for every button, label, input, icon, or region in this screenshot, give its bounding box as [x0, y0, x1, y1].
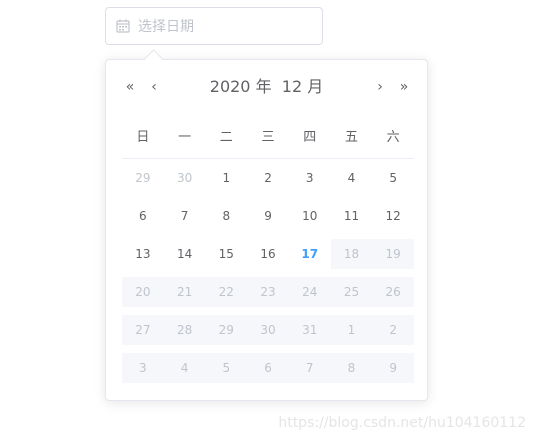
date-cell: 28 — [163, 315, 206, 345]
header-month-suffix: 月 — [307, 77, 324, 96]
date-cell[interactable]: 3 — [289, 163, 331, 193]
header-year-suffix: 年 — [255, 77, 272, 96]
date-cell[interactable]: 10 — [289, 201, 331, 231]
date-cell[interactable]: 2 — [247, 163, 289, 193]
date-cell: 18 — [330, 239, 373, 269]
date-row: 20 21 22 23 24 25 26 — [122, 277, 415, 307]
date-cell: 21 — [163, 277, 206, 307]
watermark: https://blog.csdn.net/hu104160112 — [278, 415, 526, 431]
date-cell: 29 — [205, 315, 248, 345]
weekday-header: 日一二三四五六 — [122, 126, 414, 159]
date-cell[interactable]: 8 — [205, 201, 247, 231]
weekday-label: 二 — [219, 130, 233, 145]
calendar-icon — [116, 19, 130, 33]
date-cell[interactable]: 16 — [247, 239, 289, 269]
date-cell: 2 — [372, 315, 415, 345]
page-root: 选择日期 « ‹ 2020 年 12 月 › » 日一二三四五六 29 30 1 2 3… — [0, 0, 536, 441]
weekday-label: 一 — [178, 130, 192, 145]
date-cell[interactable]: 7 — [164, 201, 206, 231]
date-picker-input[interactable]: 选择日期 — [105, 7, 323, 45]
date-cell[interactable]: 14 — [164, 239, 206, 269]
weekday-label: 三 — [261, 130, 275, 145]
date-row: 3456789 — [122, 353, 415, 383]
date-cell: 3 — [122, 353, 164, 383]
date-cell: 23 — [247, 277, 289, 307]
date-cell[interactable]: 29 — [122, 163, 164, 193]
next-year-button[interactable]: » — [396, 76, 412, 98]
date-cell[interactable]: 5 — [372, 163, 414, 193]
date-cell: 9 — [372, 353, 415, 383]
date-row: 29 30 1 2 3 4 5 — [122, 163, 414, 193]
date-cell[interactable]: 12 — [372, 201, 414, 231]
date-cell: 22 — [205, 277, 248, 307]
date-grid: 29 30 1 2 3 4 5 6 7 8 9 10 11 12 13 14 15 16 17 18 19 20 21 22 2… — [122, 163, 415, 391]
date-row: 13 14 15 16 17 18 19 — [122, 239, 415, 269]
date-row: 27 28 29 30 31 1 2 — [122, 315, 415, 345]
date-row: 6 7 8 9 10 11 12 — [122, 201, 414, 231]
date-cell: 8 — [330, 353, 373, 383]
header-year[interactable]: 2020 — [210, 77, 251, 96]
date-cell: 5 — [205, 353, 248, 383]
date-cell[interactable]: 15 — [205, 239, 247, 269]
weekday-label: 六 — [386, 130, 400, 145]
weekday-label: 四 — [303, 130, 317, 145]
date-cell: 7 — [288, 353, 331, 383]
date-cell: 6 — [247, 353, 289, 383]
date-cell: 4 — [163, 353, 206, 383]
weekday-label: 日 — [136, 130, 150, 145]
date-cell[interactable]: 4 — [331, 163, 373, 193]
date-cell-today[interactable]: 17 — [289, 239, 331, 269]
date-cell[interactable]: 9 — [247, 201, 289, 231]
date-picker-panel: « ‹ 2020 年 12 月 › » 日一二三四五六 29 30 1 2 3 4 5 6 7 8… — [105, 59, 428, 401]
date-cell: 1 — [330, 315, 373, 345]
date-cell[interactable]: 11 — [331, 201, 373, 231]
date-cell[interactable]: 1 — [205, 163, 247, 193]
date-cell[interactable]: 30 — [164, 163, 206, 193]
date-input-placeholder: 选择日期 — [138, 19, 194, 35]
date-cell: 20 — [122, 277, 164, 307]
date-cell: 19 — [372, 239, 415, 269]
date-cell[interactable]: 13 — [122, 239, 164, 269]
date-cell: 30 — [247, 315, 289, 345]
date-cell: 31 — [288, 315, 331, 345]
next-month-button[interactable]: › — [372, 76, 388, 98]
header-month[interactable]: 12 — [282, 77, 302, 96]
date-cell[interactable]: 6 — [122, 201, 164, 231]
date-cell: 25 — [330, 277, 373, 307]
date-cell: 24 — [288, 277, 331, 307]
date-cell: 27 — [122, 315, 164, 345]
weekday-label: 五 — [344, 130, 358, 145]
date-cell: 26 — [372, 277, 415, 307]
